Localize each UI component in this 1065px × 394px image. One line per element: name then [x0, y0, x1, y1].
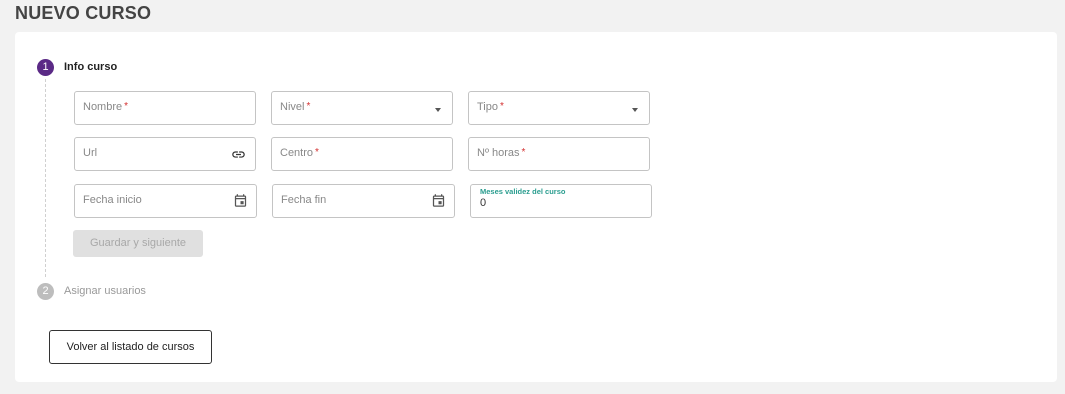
horas-placeholder: Nº horas [477, 147, 520, 159]
step-1-label[interactable]: Info curso [64, 61, 117, 73]
horas-field[interactable]: Nº horas * [468, 137, 650, 171]
tipo-placeholder: Tipo [477, 101, 498, 113]
fecha-inicio-field[interactable]: Fecha inicio [74, 184, 257, 218]
url-field[interactable]: Url [74, 137, 256, 171]
centro-placeholder: Centro [280, 147, 314, 159]
calendar-icon[interactable] [233, 193, 248, 208]
nombre-placeholder: Nombre [83, 101, 123, 113]
required-marker: * [521, 147, 526, 158]
fecha-inicio-placeholder: Fecha inicio [83, 194, 142, 206]
required-marker: * [500, 101, 504, 112]
tipo-select[interactable]: Tipo * [468, 91, 650, 125]
meses-validez-field[interactable]: Meses validez del curso 0 [470, 184, 652, 218]
link-icon [232, 151, 245, 158]
step-2-label[interactable]: Asignar usuarios [64, 285, 146, 297]
url-placeholder: Url [83, 147, 98, 159]
nivel-select[interactable]: Nivel * [271, 91, 453, 125]
page-title: NUEVO CURSO [15, 3, 152, 23]
required-marker: * [315, 147, 319, 158]
centro-field[interactable]: Centro * [271, 137, 453, 171]
fecha-fin-placeholder: Fecha fin [281, 194, 327, 206]
step-2-indicator[interactable]: 2 [37, 283, 54, 300]
back-to-list-button[interactable]: Volver al listado de cursos [49, 330, 212, 364]
fecha-fin-field[interactable]: Fecha fin [272, 184, 455, 218]
required-marker: * [124, 101, 129, 112]
required-marker: * [306, 101, 311, 112]
meses-validez-label: Meses validez del curso [480, 187, 566, 196]
step-connector [45, 79, 46, 277]
caret-down-icon[interactable] [435, 108, 441, 112]
step-1-indicator[interactable]: 1 [37, 59, 54, 76]
caret-down-icon[interactable] [632, 108, 638, 112]
nivel-placeholder: Nivel [280, 101, 305, 113]
meses-validez-value: 0 [480, 197, 487, 209]
calendar-icon[interactable] [431, 193, 446, 208]
save-next-button[interactable]: Guardar y siguiente [73, 230, 203, 257]
nombre-field[interactable]: Nombre * [74, 91, 256, 125]
form-card: 1 Info curso Nombre * Nivel * Tipo * Url Ce… [15, 32, 1057, 382]
